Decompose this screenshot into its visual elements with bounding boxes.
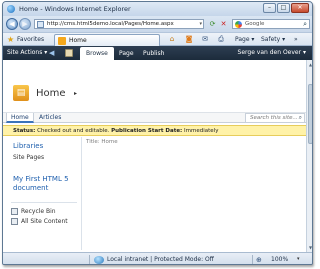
forward-arrow-icon: ▶: [22, 20, 28, 28]
favorites-star-icon[interactable]: ★: [7, 35, 14, 44]
url-input[interactable]: http://cms.html5demo.local/Pages/Home.as…: [34, 19, 204, 29]
all-site-content-icon: [11, 218, 18, 225]
sharepoint-tab-icon: [58, 37, 66, 45]
publication-value: Immediately: [184, 128, 219, 134]
search-icon[interactable]: ⌕: [299, 114, 302, 122]
tab-label: Home: [69, 37, 87, 44]
ribbon-top-bar: Site Actions ▾ ◀ Browse Page Publish Ser…: [3, 46, 312, 60]
home-icon[interactable]: ⌂: [167, 35, 177, 44]
page-title-row: ▤ Home ▸: [3, 77, 306, 111]
page-content: ▤ Home ▸ Home Articles Search this site.…: [3, 60, 306, 252]
status-bar: Local intranet | Protected Mode: Off ⊕ 1…: [3, 252, 312, 264]
publication-label: Publication Start Date:: [111, 128, 183, 134]
more-tools-button[interactable]: »: [294, 36, 298, 43]
tab-publish[interactable]: Publish: [137, 47, 170, 60]
quick-launch-site-pages[interactable]: Site Pages: [13, 154, 44, 161]
favorites-button[interactable]: Favorites: [17, 36, 44, 43]
topnav-item-articles[interactable]: Articles: [39, 114, 61, 121]
back-button[interactable]: ◀: [6, 18, 18, 30]
breadcrumb-caret-icon[interactable]: ▸: [74, 90, 77, 97]
forward-button[interactable]: ▶: [19, 18, 31, 30]
browser-window: Home - Windows Internet Explorer – □ ✕ ◀…: [2, 1, 313, 265]
recycle-bin-link[interactable]: Recycle Bin: [11, 208, 56, 215]
refresh-icon[interactable]: ⟳: [208, 20, 217, 29]
page-icon: [37, 20, 44, 28]
mail-icon[interactable]: ✉: [200, 35, 210, 44]
recycle-bin-label: Recycle Bin: [21, 208, 56, 215]
tab-browse[interactable]: Browse: [80, 47, 114, 60]
status-separator: [252, 255, 253, 264]
all-site-content-link[interactable]: All Site Content: [11, 218, 68, 225]
page-title: Home: [36, 88, 66, 99]
title-field: Title: Home: [86, 139, 118, 145]
edit-page-icon[interactable]: [65, 49, 73, 57]
zoom-level[interactable]: 100%: [271, 256, 288, 263]
chevron-down-icon[interactable]: ▾: [199, 21, 202, 27]
quick-launch: Libraries Site Pages My First HTML 5 doc…: [3, 137, 82, 250]
tab-page[interactable]: Page: [113, 47, 140, 60]
scroll-up-icon[interactable]: ▲: [307, 61, 312, 68]
zone-status: Local intranet | Protected Mode: Off: [107, 256, 214, 263]
site-logo-icon[interactable]: ▤: [13, 85, 29, 101]
vertical-scrollbar[interactable]: ▲ ▼: [306, 60, 312, 252]
window-controls: – □ ✕: [263, 3, 309, 13]
scroll-thumb[interactable]: [308, 84, 312, 144]
back-arrow-icon: ◀: [9, 20, 15, 28]
favorites-bar: ★ Favorites Home ⌂ ◙ ✉ ⎙ Page ▾ Safety ▾…: [3, 32, 312, 46]
scroll-down-icon[interactable]: ▼: [307, 244, 312, 251]
status-text: Checked out and editable.: [37, 128, 110, 134]
page-menu[interactable]: Page ▾: [235, 36, 254, 43]
page-status-bar: Status: Checked out and editable. Public…: [3, 125, 306, 136]
minimize-button[interactable]: –: [263, 3, 276, 13]
navigate-up-icon[interactable]: ◀: [49, 49, 57, 57]
quick-launch-document[interactable]: My First HTML 5 document: [13, 175, 79, 193]
zoom-icon[interactable]: ⊕: [256, 256, 262, 264]
site-search-input[interactable]: Search this site... ⌕: [245, 113, 305, 123]
top-navigation: Home Articles Search this site... ⌕: [3, 112, 306, 123]
print-icon[interactable]: ⎙: [216, 35, 226, 44]
ie-icon: [7, 5, 15, 13]
site-search-placeholder: Search this site...: [250, 115, 298, 121]
recycle-bin-icon: [11, 208, 18, 215]
safety-menu[interactable]: Safety ▾: [261, 36, 285, 43]
search-icon[interactable]: ⌕: [303, 20, 307, 29]
status-separator: [89, 255, 90, 264]
maximize-button[interactable]: □: [277, 3, 290, 13]
browser-tab-home[interactable]: Home: [54, 34, 160, 46]
quick-launch-libraries[interactable]: Libraries: [13, 142, 43, 150]
intranet-zone-icon: [94, 256, 104, 264]
user-menu[interactable]: Serge van den Oever ▾: [238, 49, 306, 56]
quick-launch-divider: [11, 202, 77, 203]
stop-icon[interactable]: ✕: [219, 20, 228, 29]
rss-icon[interactable]: ◙: [184, 35, 194, 44]
chevron-down-icon[interactable]: ▾: [297, 256, 300, 262]
site-actions-menu[interactable]: Site Actions ▾: [7, 49, 47, 56]
address-bar: ◀ ▶ http://cms.html5demo.local/Pages/Hom…: [3, 16, 312, 32]
search-placeholder: Google: [245, 21, 265, 27]
topnav-item-home[interactable]: Home: [6, 113, 34, 123]
url-text: http://cms.html5demo.local/Pages/Home.as…: [47, 21, 174, 27]
window-title: Home - Windows Internet Explorer: [19, 5, 131, 13]
title-bar: Home - Windows Internet Explorer – □ ✕: [3, 2, 312, 16]
search-input[interactable]: Google ⌕: [232, 19, 310, 29]
all-site-content-label: All Site Content: [21, 218, 68, 225]
close-button[interactable]: ✕: [291, 3, 309, 13]
status-label: Status:: [13, 128, 36, 134]
google-icon: [235, 20, 242, 28]
